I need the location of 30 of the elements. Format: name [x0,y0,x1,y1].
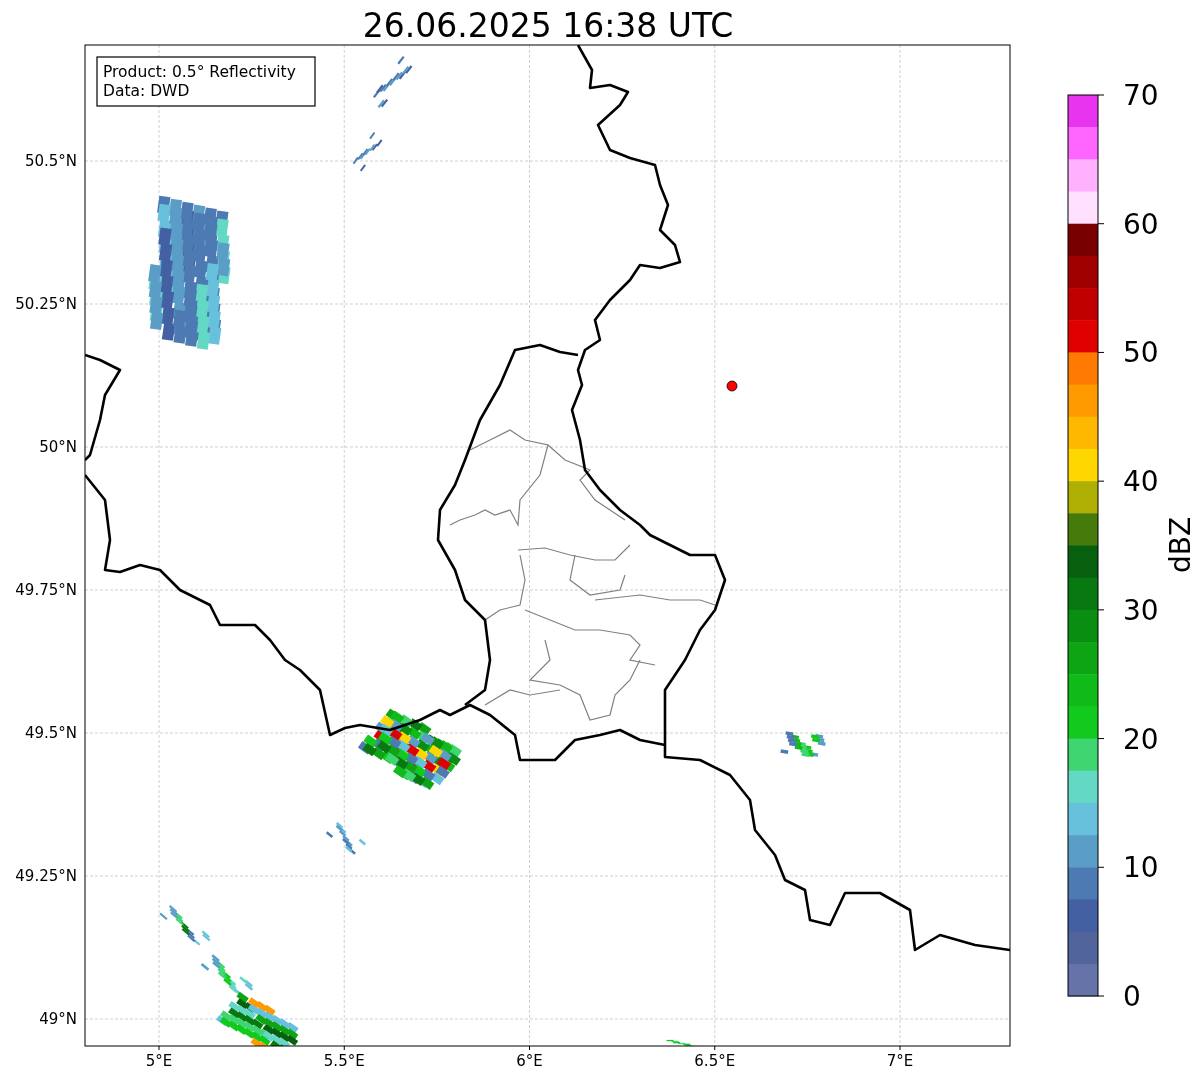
radar-echo [780,731,826,757]
axis-tick-label: 49°N [39,1010,77,1028]
radar-echo [325,821,366,855]
axis-tick-label: 49.25°N [15,867,77,885]
colorbar-tick-label: 30 [1123,593,1159,627]
info-text: Data: DWD [103,82,190,100]
axis-tick-label: 50.5°N [24,152,77,170]
plot-title: 26.06.2025 16:38 UTC [362,6,734,45]
axis-tick-label: 5°E [145,1052,173,1070]
axis-tick-label: 49.75°N [15,581,77,599]
colorbar-tick-label: 20 [1123,722,1159,756]
colorbar-tick-label: 40 [1123,465,1159,499]
colorbar-tick-label: 0 [1123,980,1141,1013]
colorbar-tick-label: 60 [1123,207,1159,241]
info-text: Product: 0.5° Reflectivity [103,63,296,81]
radar-echo [352,131,383,172]
axis-tick-label: 50°N [39,438,77,456]
axis-tick-label: 6°E [516,1052,543,1070]
colorbar-label: dBZ [1164,516,1197,574]
axis-tick-label: 5.5°E [323,1052,365,1070]
radar-echo [372,56,413,109]
colorbar-tick-label: 10 [1123,851,1159,885]
radar-echo [159,905,211,946]
radar-site-marker [726,380,738,392]
axis-tick-label: 49.5°N [24,724,77,742]
axis-tick-label: 7°E [886,1052,914,1070]
colorbar-tick-label: 50 [1123,336,1159,370]
axis-tick-label: 50.25°N [15,295,77,313]
axis-tick-label: 6.5°E [694,1052,736,1070]
colorbar-tick-label: 70 [1123,79,1159,112]
